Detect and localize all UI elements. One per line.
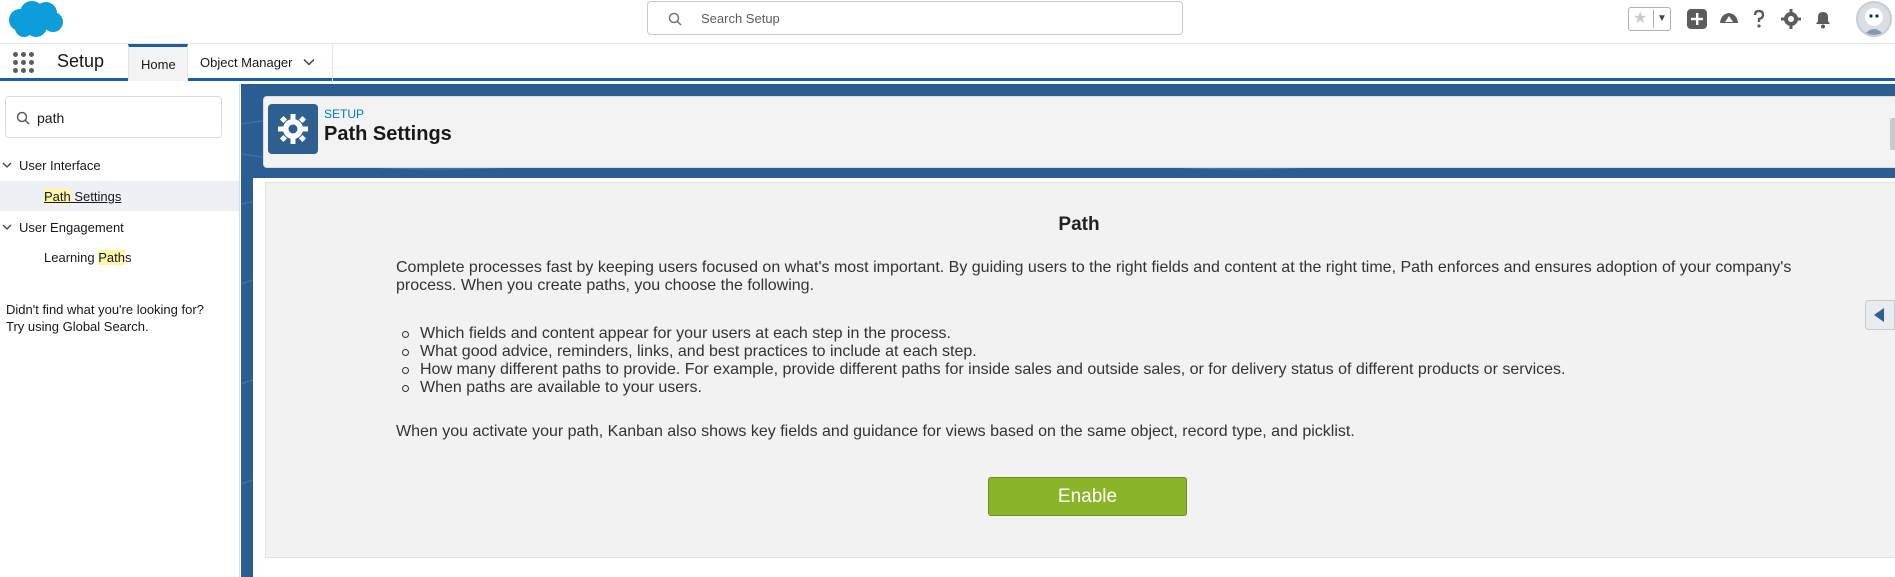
quick-find-input[interactable]: path [5, 96, 222, 138]
list-item: What good advice, reminders, links, and … [396, 343, 1816, 361]
page-header: SETUP Path Settings [263, 96, 1895, 168]
label-suffix: Settings [70, 189, 122, 204]
favorites-divider [1653, 10, 1654, 28]
global-header: Search Setup ★ ▼ [0, 0, 1895, 44]
search-icon [668, 12, 682, 26]
list-item: How many different paths to provide. For… [396, 361, 1816, 379]
search-highlight: Path [44, 189, 71, 204]
trailhead-icon[interactable] [1718, 8, 1740, 30]
sidebar-item-label[interactable]: Path Settings [44, 189, 121, 204]
sidebar-item-learning-paths[interactable]: Learning Paths [0, 242, 239, 272]
enable-button[interactable]: Enable [988, 477, 1187, 516]
breadcrumb[interactable]: SETUP [324, 107, 364, 121]
search-placeholder: Search Setup [701, 11, 780, 26]
intro-text: Complete processes fast by keeping users… [396, 259, 1816, 295]
label-prefix: Learning [44, 250, 99, 265]
intro-paragraph: Complete processes fast by keeping users… [396, 259, 1792, 294]
side-panel-toggle[interactable] [1865, 300, 1895, 330]
chevron-down-icon[interactable] [303, 56, 315, 68]
setup-sidebar: path User Interface Path Settings User E… [0, 84, 240, 577]
search-icon [16, 111, 30, 125]
path-settings-panel: Path Complete processes fast by keeping … [265, 182, 1895, 558]
sidebar-item-label[interactable]: Learning Paths [44, 250, 131, 265]
tree-group-user-interface[interactable]: User Interface [0, 156, 239, 176]
tree-group-label: User Interface [19, 158, 101, 173]
bell-icon[interactable] [1812, 8, 1834, 30]
not-found-help: Didn't find what you're looking for? Try… [6, 301, 231, 335]
chevron-down-icon[interactable] [2, 160, 12, 170]
bullet-icon [402, 367, 409, 374]
kanban-note: When you activate your path, Kanban also… [396, 423, 1355, 440]
tab-home[interactable]: Home [128, 44, 188, 81]
list-item-text: How many different paths to provide. For… [420, 361, 1566, 378]
content-card: Path Complete processes fast by keeping … [253, 178, 1895, 577]
list-item-text: When paths are available to your users. [420, 379, 702, 396]
not-found-line: Didn't find what you're looking for? [6, 302, 204, 317]
chevron-left-icon [1874, 308, 1884, 322]
app-launcher-icon[interactable] [13, 52, 34, 73]
tab-home-label: Home [141, 57, 176, 72]
gear-icon[interactable] [1780, 8, 1802, 30]
astro-avatar-icon [1864, 8, 1884, 35]
star-icon: ★ [1633, 10, 1648, 27]
feature-list: Which fields and content appear for your… [396, 325, 1816, 397]
salesforce-logo[interactable] [6, 0, 64, 40]
avatar[interactable] [1856, 1, 1892, 37]
tree-group-user-engagement[interactable]: User Engagement [0, 218, 239, 238]
help-icon[interactable] [1748, 8, 1770, 30]
bullet-icon [402, 349, 409, 356]
global-search-hint[interactable]: Try using Global Search. [6, 318, 231, 335]
list-item-text: Which fields and content appear for your… [420, 325, 951, 342]
tab-object-manager[interactable]: Object Manager [188, 44, 333, 81]
app-name: Setup [57, 51, 105, 71]
setup-gear-icon [268, 104, 318, 154]
tab-object-manager-label: Object Manager [200, 55, 293, 70]
favorites-button[interactable]: ★ ▼ [1628, 7, 1671, 31]
chevron-down-icon[interactable]: ▼ [1657, 11, 1667, 27]
quick-find-value: path [37, 110, 65, 126]
chevron-down-icon[interactable] [2, 222, 12, 232]
list-item: Which fields and content appear for your… [396, 325, 1816, 343]
list-item-text: What good advice, reminders, links, and … [420, 343, 977, 360]
sidebar-item-path-settings[interactable]: Path Settings [0, 181, 239, 211]
tree-group-label: User Engagement [19, 220, 124, 235]
add-icon[interactable] [1686, 8, 1708, 30]
list-item: When paths are available to your users. [396, 379, 1816, 397]
page-header-edge [1890, 118, 1895, 150]
page-title: Path Settings [324, 123, 452, 145]
main-content: SETUP Path Settings Path Complete proces… [241, 84, 1895, 577]
bullet-icon [402, 331, 409, 338]
label-suffix: s [124, 250, 132, 265]
search-highlight: Path [98, 250, 125, 265]
bullet-icon [402, 385, 409, 392]
context-bar: Setup Home Object Manager [0, 44, 1895, 81]
global-search-input[interactable]: Search Setup [647, 1, 1183, 35]
panel-title: Path [1058, 214, 1100, 235]
